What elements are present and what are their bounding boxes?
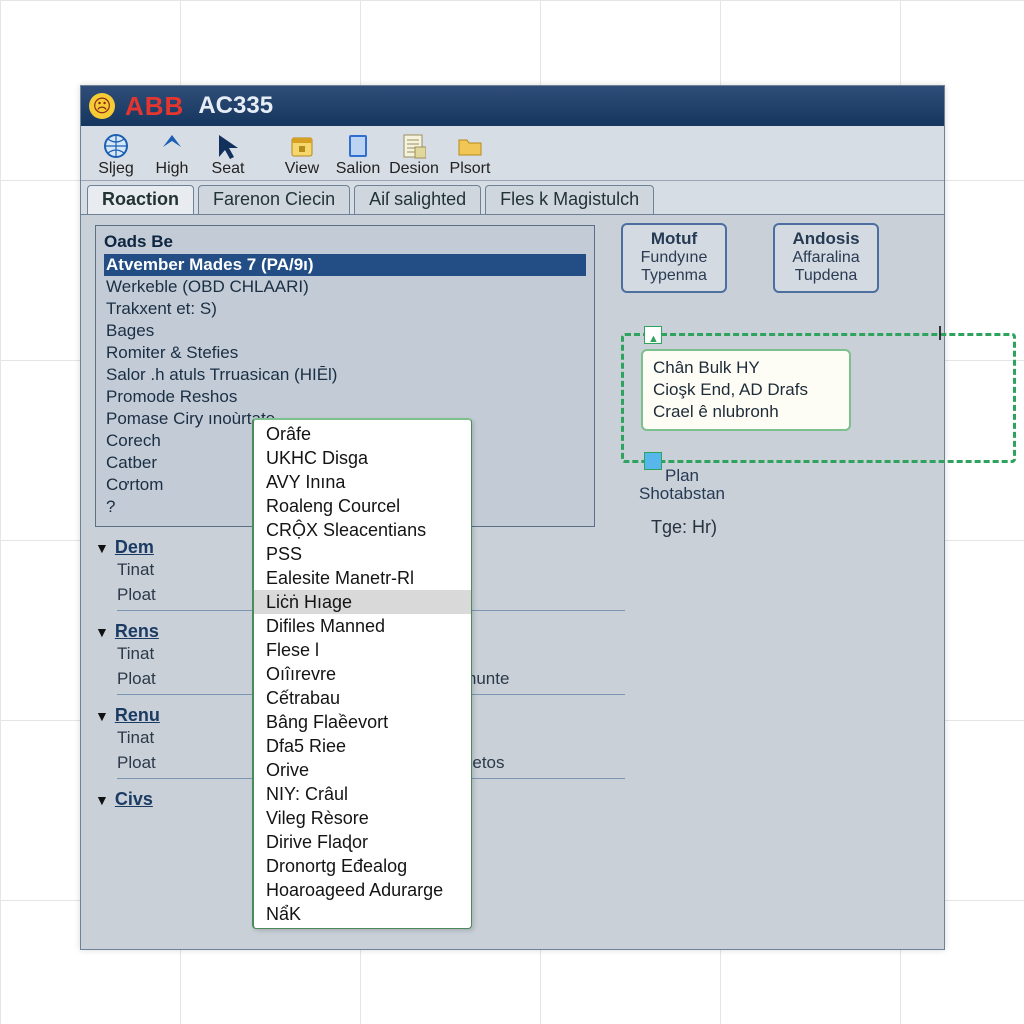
chevron-down-icon: ▼ — [95, 792, 109, 808]
menu-item[interactable]: UKHC Disga — [254, 446, 471, 470]
tab-fles-k-magistulch[interactable]: Fles k Magistulch — [485, 185, 654, 214]
context-menu[interactable]: OrâfeUKHC DisgaAVY InınaRoaleng CourcelC… — [252, 418, 472, 929]
menu-item[interactable]: NẩK — [254, 902, 471, 926]
toolbar-label: Sljeg — [98, 160, 134, 178]
menu-item[interactable]: Flese l — [254, 638, 471, 662]
chevron-down-icon: ▼ — [95, 540, 109, 556]
menu-item[interactable]: Dfa5 Riee — [254, 734, 471, 758]
menu-item[interactable]: Orâfe — [254, 422, 471, 446]
content-area: Oads Be Atvember Mades 7 (PA/9ı)Werkeble… — [81, 214, 944, 947]
note-line: Cioşk End, AD Drafs — [653, 379, 839, 401]
sheet-icon — [400, 132, 428, 160]
plan-label: Plan Shotabstan — [639, 467, 725, 503]
calendar-icon — [288, 132, 316, 160]
list-item[interactable]: Salor .h atuls Trruasican (HIĒl) — [104, 364, 586, 386]
toolbar-label: View — [285, 160, 319, 178]
toolbar-sljeg-button[interactable]: Sljeg — [89, 130, 143, 178]
section-title: Dem — [115, 537, 154, 558]
list-item[interactable]: Romiter & Stefies — [104, 342, 586, 364]
book-icon — [344, 132, 372, 160]
info-card[interactable]: Motuf Fundyıne Typenma — [621, 223, 727, 293]
tab-strip: RoactionFarenon CiecinAiſ salightedFles … — [81, 181, 944, 214]
menu-item[interactable]: Orive — [254, 758, 471, 782]
titlebar: ☹ ABB AC335 — [81, 86, 944, 126]
menu-item[interactable]: Liċṅ Hıage — [254, 590, 471, 614]
tab-farenon-ciecin[interactable]: Farenon Ciecin — [198, 185, 350, 214]
list-item[interactable]: Trakxent et: S) — [104, 298, 586, 320]
list-item[interactable]: Atvember Mades 7 (PA/9ı) — [104, 254, 586, 276]
menu-item[interactable]: AVY Inına — [254, 470, 471, 494]
menu-item[interactable]: Hoaroageed Adurarge — [254, 878, 471, 902]
cursor-icon — [214, 132, 242, 160]
menu-item[interactable]: Ealesite Manetr-Rl — [254, 566, 471, 590]
tab-aiſ-salighted[interactable]: Aiſ salighted — [354, 185, 481, 214]
menu-item[interactable]: PSS — [254, 542, 471, 566]
toolbar-salion-button[interactable]: Salion — [331, 130, 385, 178]
toolbar-label: High — [156, 160, 189, 178]
product-name: AC335 — [198, 92, 273, 120]
toolbar-view-button[interactable]: View — [275, 130, 329, 178]
status-face-icon: ☹ — [89, 93, 115, 119]
card-header: Andosis — [785, 229, 867, 249]
info-card[interactable]: Andosis Affaralina Tupdena — [773, 223, 879, 293]
card-line: Affaralina — [785, 249, 867, 267]
menu-item[interactable]: CRỘX Sleacentians — [254, 518, 471, 542]
section-title: Renu — [115, 705, 160, 726]
menu-item[interactable]: Dirive Flaɖor — [254, 830, 471, 854]
chevron-down-icon: ▼ — [95, 708, 109, 724]
menu-item[interactable]: Roaleng Courcel — [254, 494, 471, 518]
menu-item[interactable]: Dronortg Eđealog — [254, 854, 471, 878]
menu-item[interactable]: NIY: Crâul — [254, 782, 471, 806]
chevron-down-icon: ▼ — [95, 624, 109, 640]
note-line: Chân Bulk HY — [653, 357, 839, 379]
note-line: Crael ê nlubronh — [653, 401, 839, 423]
menu-item[interactable]: Cếtrabau — [254, 686, 471, 710]
section-title: Rens — [115, 621, 159, 642]
toolbar-label: Salion — [336, 160, 380, 178]
note-panel: Chân Bulk HYCioşk End, AD DrafsCrael ê n… — [641, 349, 851, 431]
list-item[interactable]: Bages — [104, 320, 586, 342]
card-line: Typenma — [633, 267, 715, 285]
toolbar-label: Seat — [212, 160, 245, 178]
tab-roaction[interactable]: Roaction — [87, 185, 194, 214]
toolbar: Sljeg High Seat View Salion Desion Plsor… — [81, 126, 944, 181]
menu-item[interactable]: Difiles Manned — [254, 614, 471, 638]
section-title: Civs — [115, 789, 153, 810]
type-label: Tge: Hr) — [651, 517, 717, 538]
menu-item[interactable]: Oıîırevre — [254, 662, 471, 686]
toolbar-seat-button[interactable]: Seat — [201, 130, 255, 178]
right-pane: Motuf Fundyıne Typenma Andosis Affaralina… — [621, 223, 941, 293]
card-header: Motuf — [633, 229, 715, 249]
toolbar-label: Desion — [389, 160, 439, 178]
list-item[interactable]: Werkeble (OBD CHLAARI) — [104, 276, 586, 298]
toolbar-high-button[interactable]: High — [145, 130, 199, 178]
toolbar-label: Plsort — [450, 160, 491, 178]
folder-icon — [456, 132, 484, 160]
toolbar-desion-button[interactable]: Desion — [387, 130, 441, 178]
globe-icon — [102, 132, 130, 160]
caret-marker-icon — [939, 326, 941, 340]
menu-item[interactable]: Vileg Rèsore — [254, 806, 471, 830]
brand-logo: ABB — [125, 91, 184, 122]
arrow-up-icon — [158, 132, 186, 160]
card-line: Fundyıne — [633, 249, 715, 267]
toolbar-plsort-button[interactable]: Plsort — [443, 130, 497, 178]
app-window: ☹ ABB AC335 Sljeg High Seat View Salion … — [80, 85, 945, 950]
card-line: Tupdena — [785, 267, 867, 285]
listbox-header: Oads Be — [104, 230, 586, 254]
handle-top-icon[interactable] — [644, 326, 662, 344]
menu-item[interactable]: Bâng Flaềevort — [254, 710, 471, 734]
list-item[interactable]: Promode Reshos — [104, 386, 586, 408]
